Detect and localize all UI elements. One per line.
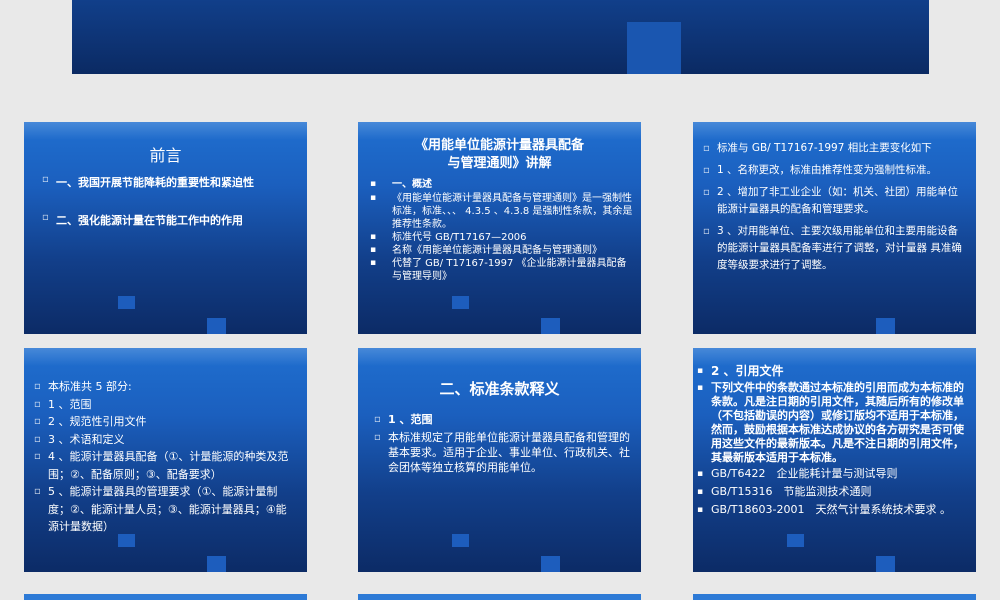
slide-bullet-list: 一、我国开展节能降耗的重要性和紧迫性 二、强化能源计量在节能工作中的作用	[42, 174, 302, 228]
decorative-square	[118, 296, 135, 309]
decorative-square	[207, 318, 226, 334]
decorative-square	[787, 534, 804, 547]
slide-thumbnail-7[interactable]: 2 、引用文件 下列文件中的条款通过本标准的引用而成为本标准的条款。凡是注日期的…	[693, 348, 976, 572]
slide-thumbnail-1[interactable]	[72, 0, 929, 74]
slide-title: 二、标准条款释义	[439, 380, 560, 398]
list-item: 1 、范围	[374, 412, 632, 427]
decorative-square	[627, 22, 681, 74]
decorative-square	[452, 296, 469, 309]
decorative-square	[118, 534, 135, 547]
list-item: 一、我国开展节能降耗的重要性和紧迫性	[42, 174, 302, 190]
list-item: 5 、能源计量器具的管理要求（①、能源计量制度；②、能源计量人员；③、能源计量器…	[34, 483, 296, 536]
list-item: 下列文件中的条款通过本标准的引用而成为本标准的条款。凡是注日期的引用文件，其随后…	[697, 381, 971, 465]
list-item: 3 、对用能单位、主要次级用能单位和主要用能设备的能源计量器具配备率进行了调整，…	[703, 223, 965, 274]
list-item: 代替了 GB/ T17167-1997 《企业能源计量器具配备与管理导则》	[370, 257, 634, 283]
list-item: 《用能单位能源计量器具配备与管理通则》是一强制性标准，标准、、、 4.3.5 、…	[370, 192, 634, 231]
slide-thumbnail-9[interactable]	[358, 594, 641, 600]
slide-thumbnail-10[interactable]	[693, 594, 976, 600]
list-item: 4 、能源计量器具配备（①、计量能源的种类及范围；②、配备原则；③、配备要求）	[34, 448, 296, 483]
slide-bullet-list: 本标准共 5 部分: 1 、范围 2 、规范性引用文件 3 、术语和定义 4 、…	[34, 378, 296, 536]
slide-title-line-2: 与管理通则》讲解	[447, 156, 552, 171]
slide-title-line-1: 《用能单位能源计量器具配备	[414, 138, 584, 153]
slide-bullet-list: 一、概述 《用能单位能源计量器具配备与管理通则》是一强制性标准，标准、、、 4.…	[370, 178, 634, 283]
list-item: 1 、范围	[34, 396, 296, 414]
decorative-square	[876, 556, 895, 572]
slide-thumbnail-6[interactable]: 二、标准条款释义 1 、范围 本标准规定了用能单位能源计量器具配备和管理的基本要…	[358, 348, 641, 572]
slide-thumbnail-2[interactable]: 前言 一、我国开展节能降耗的重要性和紧迫性 二、强化能源计量在节能工作中的作用	[24, 122, 307, 334]
list-item: 2 、增加了非工业企业（如：机关、社团）用能单位能源计量器具的配备和管理要求。	[703, 184, 965, 218]
list-item: GB/T15316 节能监测技术通则	[697, 485, 971, 499]
slide-thumbnail-5[interactable]: 本标准共 5 部分: 1 、范围 2 、规范性引用文件 3 、术语和定义 4 、…	[24, 348, 307, 572]
decorative-square	[541, 556, 560, 572]
list-item: 名称《用能单位能源计量器具配备与管理通则》	[370, 244, 634, 257]
decorative-square	[452, 534, 469, 547]
decorative-square	[207, 556, 226, 572]
list-item: 本标准共 5 部分:	[34, 378, 296, 396]
list-item: GB/T6422 企业能耗计量与测试导则	[697, 467, 971, 481]
decorative-square	[541, 318, 560, 334]
list-item: 1 、名称更改，标准由推荐性变为强制性标准。	[703, 162, 965, 179]
slide-bullet-list: 1 、范围 本标准规定了用能单位能源计量器具配备和管理的基本要求。适用于企业、事…	[374, 412, 632, 475]
decorative-square	[876, 318, 895, 334]
list-item: 2 、引用文件	[697, 364, 971, 378]
list-item: 一、概述	[370, 178, 634, 191]
slide-thumbnail-8[interactable]	[24, 594, 307, 600]
list-item: 标准代号 GB/T17167—2006	[370, 231, 634, 244]
list-item: 标准与 GB/ T17167-1997 相比主要变化如下	[703, 140, 965, 157]
list-item: GB/T18603-2001 天然气计量系统技术要求 。	[697, 503, 971, 517]
list-item: 本标准规定了用能单位能源计量器具配备和管理的基本要求。适用于企业、事业单位、行政…	[374, 430, 632, 475]
slide-thumbnail-3[interactable]: 《用能单位能源计量器具配备 与管理通则》讲解 一、概述 《用能单位能源计量器具配…	[358, 122, 641, 334]
slide-bullet-list: 标准与 GB/ T17167-1997 相比主要变化如下 1 、名称更改，标准由…	[703, 140, 965, 274]
list-item: 二、强化能源计量在节能工作中的作用	[42, 212, 302, 228]
slide-title: 前言	[149, 146, 182, 165]
list-item: 2 、规范性引用文件	[34, 413, 296, 431]
slide-bullet-list: 2 、引用文件 下列文件中的条款通过本标准的引用而成为本标准的条款。凡是注日期的…	[697, 364, 971, 517]
list-item: 3 、术语和定义	[34, 431, 296, 449]
slide-thumbnail-4[interactable]: 标准与 GB/ T17167-1997 相比主要变化如下 1 、名称更改，标准由…	[693, 122, 976, 334]
